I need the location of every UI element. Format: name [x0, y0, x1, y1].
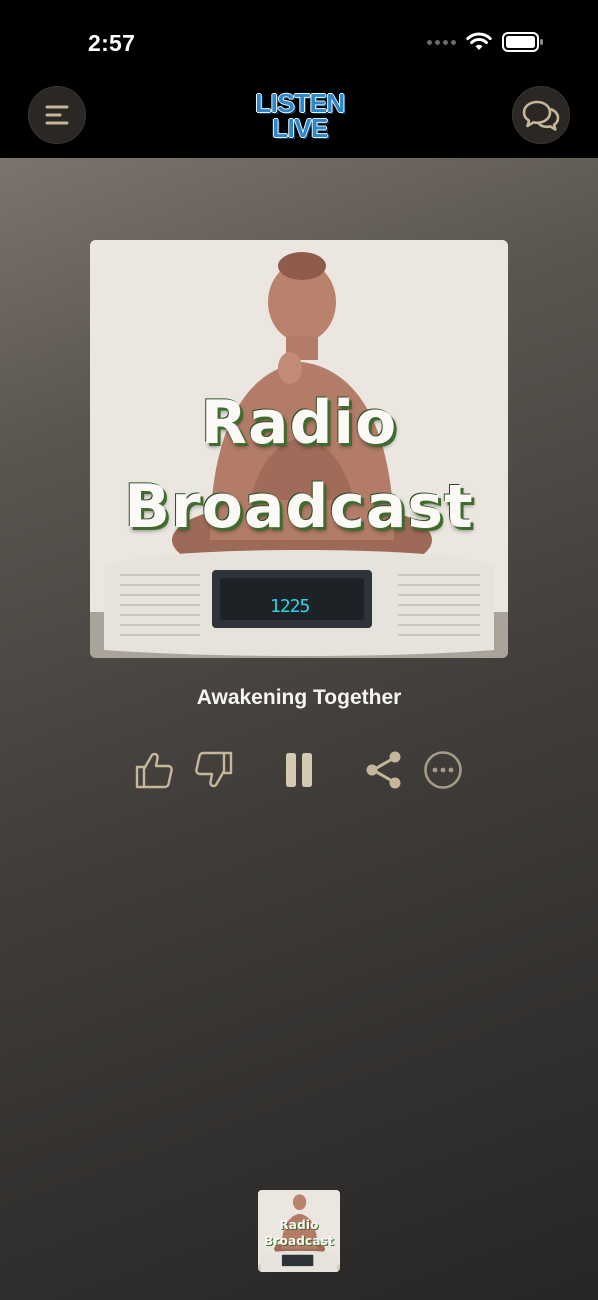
menu-icon — [45, 105, 69, 125]
more-options-button[interactable] — [421, 746, 465, 794]
thumbs-down-button[interactable] — [192, 746, 236, 794]
status-time: 2:57 — [88, 30, 136, 56]
artwork-title-line-1: Radio — [200, 388, 398, 458]
pause-icon — [286, 753, 312, 787]
more-icon — [424, 751, 462, 789]
battery-icon — [502, 32, 543, 52]
thumbs-up-button[interactable] — [132, 746, 176, 794]
menu-button[interactable] — [28, 86, 86, 144]
status-bar: 2:57 — [0, 0, 598, 84]
wifi-icon — [466, 32, 492, 50]
track-title: Awakening Together — [196, 686, 402, 709]
status-icons — [427, 32, 544, 52]
logo-line-2: LIVE — [272, 113, 328, 143]
listen-live-logo: LISTEN LIVE — [248, 88, 352, 144]
player-area: 1225 Radio Broadcast Awakening Together — [0, 158, 598, 1300]
mini-title-line-1: Radio — [279, 1218, 319, 1232]
artwork-title-line-2: Broadcast — [124, 472, 474, 542]
cellular-signal-icon — [427, 39, 456, 45]
thumbs-up-icon — [135, 752, 173, 789]
app-header: LISTEN LIVE — [0, 84, 598, 158]
chat-bubbles-icon — [522, 100, 560, 131]
clock-display: 1225 — [270, 596, 310, 617]
pause-button[interactable] — [277, 746, 321, 794]
chat-button[interactable] — [512, 86, 570, 144]
player-controls — [0, 746, 598, 794]
share-icon — [366, 751, 401, 789]
mini-title-line-2: Broadcast — [264, 1234, 334, 1248]
album-artwork: 1225 Radio Broadcast — [90, 240, 508, 658]
mini-player-thumbnail[interactable]: Radio Broadcast — [258, 1190, 340, 1272]
share-button[interactable] — [362, 746, 406, 794]
thumbs-down-icon — [195, 751, 233, 788]
